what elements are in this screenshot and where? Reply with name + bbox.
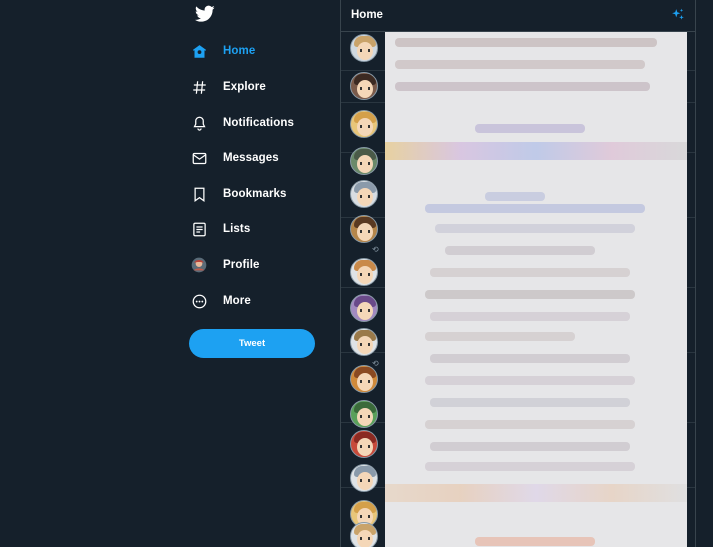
retweet-icon: ⟲ bbox=[372, 245, 379, 254]
avatar[interactable] bbox=[350, 294, 378, 322]
avatar[interactable] bbox=[350, 522, 378, 547]
avatar[interactable] bbox=[350, 110, 378, 138]
nav-item-home[interactable]: Home bbox=[190, 36, 255, 66]
avatar[interactable] bbox=[350, 400, 378, 428]
bell-icon bbox=[190, 114, 208, 132]
nav-label-messages: Messages bbox=[223, 152, 279, 164]
avatar-icon bbox=[190, 256, 208, 274]
avatar[interactable] bbox=[350, 72, 378, 100]
nav-label-more: More bbox=[223, 295, 251, 307]
tweet-button[interactable]: Tweet bbox=[189, 329, 315, 358]
avatar[interactable] bbox=[350, 328, 378, 356]
avatar[interactable] bbox=[350, 147, 378, 175]
avatar[interactable] bbox=[350, 258, 378, 286]
left-sidebar: Home Explore Notifications Messages Book bbox=[185, 0, 340, 547]
retweet-icon: ⟲ bbox=[372, 359, 379, 368]
more-circle-icon bbox=[190, 292, 208, 310]
page-title: Home bbox=[351, 9, 383, 21]
avatar[interactable] bbox=[350, 34, 378, 62]
nav-item-bookmarks[interactable]: Bookmarks bbox=[190, 179, 287, 209]
avatar[interactable] bbox=[350, 365, 378, 393]
nav-label-notifications: Notifications bbox=[223, 117, 294, 129]
home-timeline: Home ⟲ ⟲ bbox=[340, 0, 696, 547]
hashtag-icon bbox=[190, 78, 208, 96]
nav-label-explore: Explore bbox=[223, 81, 266, 93]
nav-item-more[interactable]: More bbox=[190, 286, 251, 316]
nav-item-lists[interactable]: Lists bbox=[190, 214, 250, 244]
bookmark-icon bbox=[190, 185, 208, 203]
nav-label-lists: Lists bbox=[223, 223, 251, 235]
nav-item-notifications[interactable]: Notifications bbox=[190, 108, 294, 138]
avatar[interactable] bbox=[350, 180, 378, 208]
twitter-bird-icon[interactable] bbox=[195, 5, 215, 25]
nav-item-messages[interactable]: Messages bbox=[190, 143, 279, 173]
nav-label-home: Home bbox=[223, 45, 256, 57]
sparkle-icon[interactable] bbox=[671, 8, 685, 22]
nav-item-profile[interactable]: Profile bbox=[190, 250, 260, 280]
avatar[interactable] bbox=[350, 215, 378, 243]
nav-label-bookmarks: Bookmarks bbox=[223, 188, 287, 200]
overlay-image bbox=[385, 32, 687, 547]
envelope-icon bbox=[190, 149, 208, 167]
tweet-feed[interactable]: ⟲ ⟲ bbox=[341, 32, 695, 547]
avatar[interactable] bbox=[350, 430, 378, 458]
nav-item-explore[interactable]: Explore bbox=[190, 72, 266, 102]
avatar[interactable] bbox=[350, 464, 378, 492]
list-icon bbox=[190, 220, 208, 238]
timeline-header: Home bbox=[341, 0, 695, 32]
home-icon bbox=[190, 42, 208, 60]
nav-label-profile: Profile bbox=[223, 259, 260, 271]
twitter-app: Home Explore Notifications Messages Book bbox=[0, 0, 713, 547]
